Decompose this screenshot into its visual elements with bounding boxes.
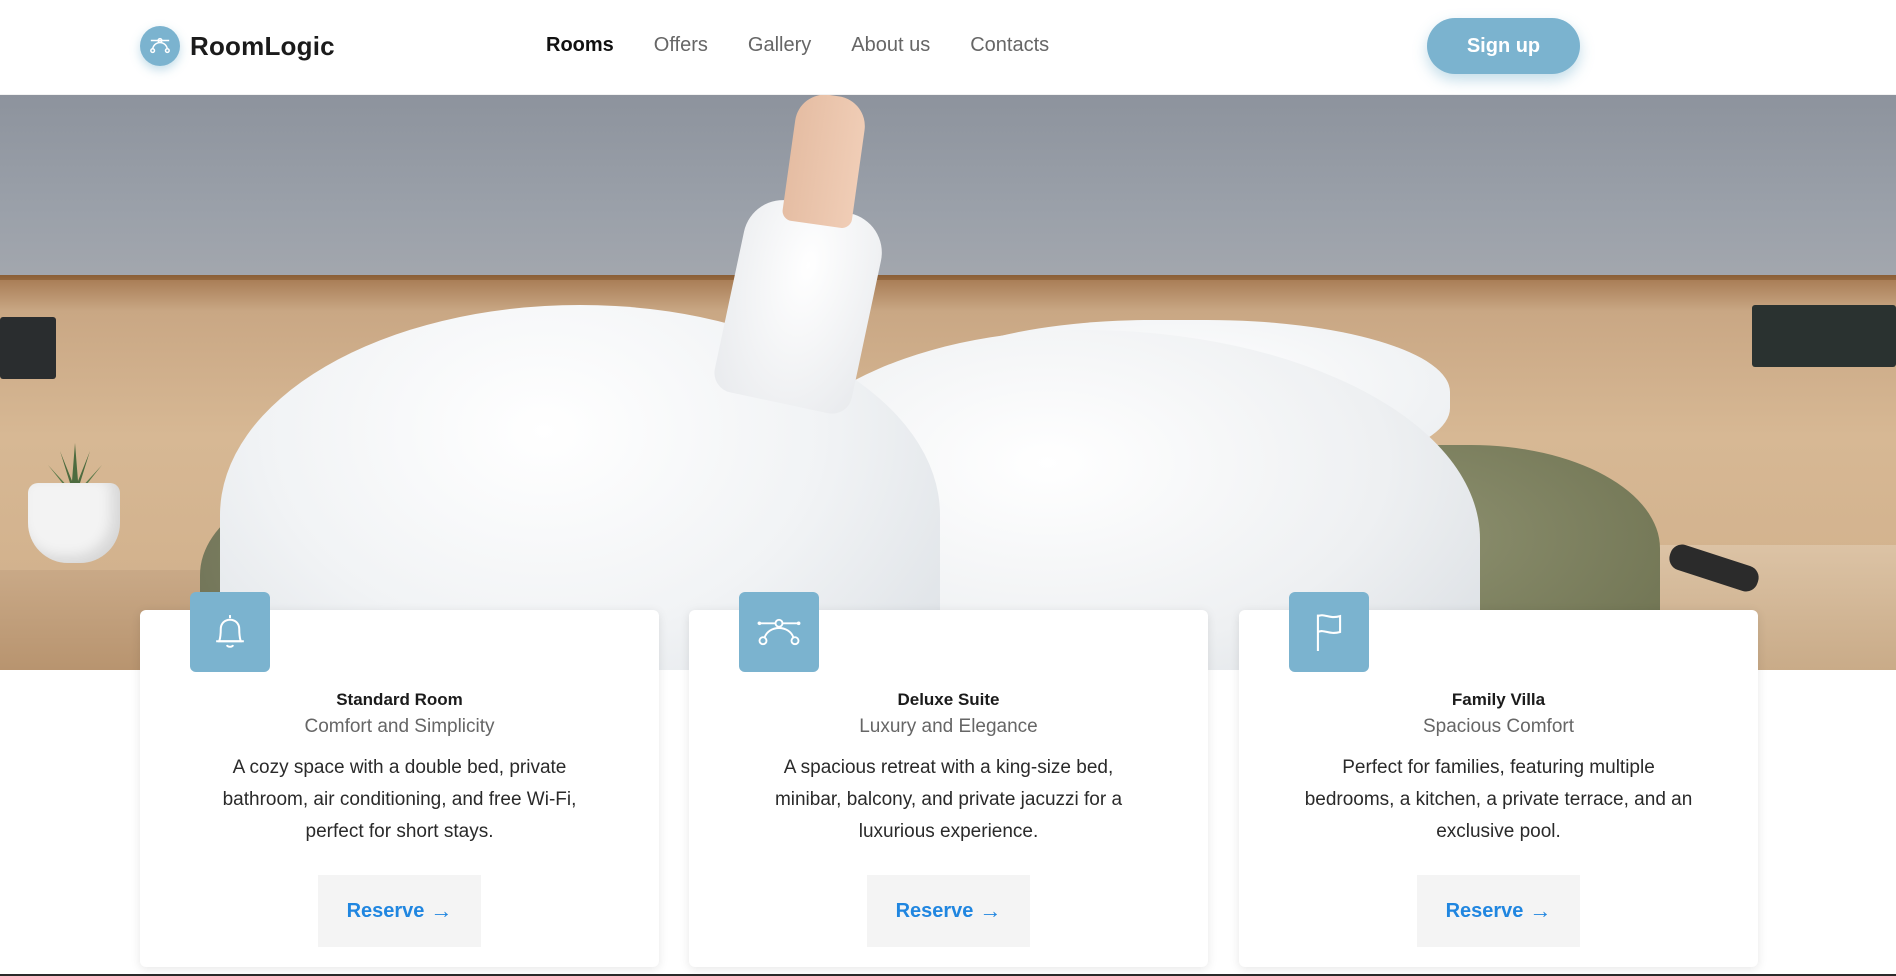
card-subtitle: Comfort and Simplicity bbox=[304, 716, 495, 737]
arrow-right-icon: → bbox=[979, 898, 1002, 923]
room-card-family-villa: Family Villa Spacious Comfort Perfect fo… bbox=[1239, 592, 1758, 967]
reserve-button[interactable]: Reserve → bbox=[318, 875, 481, 947]
nav-item-contacts[interactable]: Contacts bbox=[970, 34, 1049, 57]
card-subtitle: Luxury and Elegance bbox=[859, 716, 1038, 737]
nav-item-about-us[interactable]: About us bbox=[851, 34, 930, 57]
card-title: Deluxe Suite bbox=[897, 690, 1000, 709]
card-description: A spacious retreat with a king-size bed,… bbox=[774, 757, 1123, 842]
nav-item-rooms[interactable]: Rooms bbox=[546, 34, 614, 57]
main-nav: Rooms Offers Gallery About us Contacts bbox=[546, 34, 1049, 57]
bezier-curve-icon bbox=[739, 592, 819, 672]
hero-image bbox=[0, 95, 1896, 670]
card-title: Standard Room bbox=[336, 690, 463, 709]
room-card-standard: Standard Room Comfort and Simplicity A c… bbox=[140, 592, 659, 967]
room-card-deluxe: Deluxe Suite Luxury and Elegance A spaci… bbox=[689, 592, 1208, 967]
card-title: Family Villa bbox=[1451, 690, 1546, 709]
card-description: Perfect for families, featuring multiple… bbox=[1304, 757, 1693, 842]
reserve-label: Reserve bbox=[346, 899, 425, 922]
plant-pot bbox=[28, 483, 120, 563]
arrow-right-icon: → bbox=[1529, 898, 1552, 923]
bell-icon bbox=[190, 592, 270, 672]
arrow-right-icon: → bbox=[430, 898, 453, 923]
bezier-curve-icon bbox=[140, 26, 180, 66]
nav-item-offers[interactable]: Offers bbox=[654, 34, 708, 57]
wall-socket bbox=[0, 317, 56, 379]
nav-item-gallery[interactable]: Gallery bbox=[748, 34, 811, 57]
reserve-button[interactable]: Reserve → bbox=[867, 875, 1030, 947]
flag-icon bbox=[1289, 592, 1369, 672]
card-description: A cozy space with a double bed, private … bbox=[222, 757, 577, 842]
wall-socket bbox=[1752, 305, 1896, 367]
reserve-button[interactable]: Reserve → bbox=[1417, 875, 1580, 947]
card-subtitle: Spacious Comfort bbox=[1422, 716, 1574, 737]
sign-up-button[interactable]: Sign up bbox=[1427, 18, 1580, 74]
reserve-label: Reserve bbox=[1445, 899, 1524, 922]
site-header: RoomLogic Rooms Offers Gallery About us … bbox=[0, 0, 1896, 95]
brand-logo[interactable]: RoomLogic bbox=[140, 26, 335, 66]
reserve-label: Reserve bbox=[895, 899, 974, 922]
brand-name: RoomLogic bbox=[190, 30, 335, 61]
